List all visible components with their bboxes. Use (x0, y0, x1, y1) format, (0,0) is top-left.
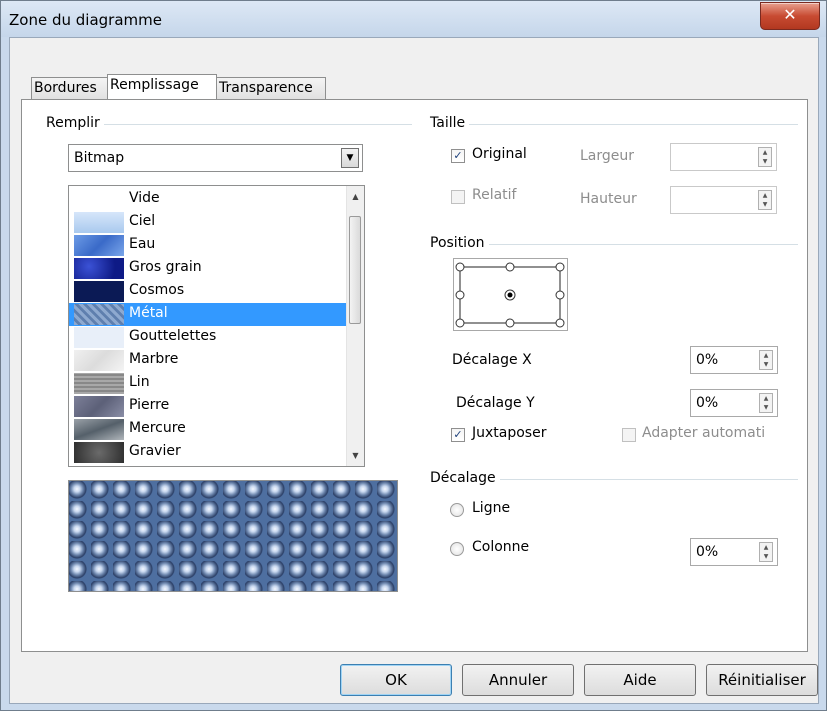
list-item[interactable]: Gros grain (69, 257, 364, 280)
column-radio[interactable] (450, 542, 464, 556)
close-button[interactable]: ✕ (760, 2, 820, 30)
offset-x-label: Décalage X (452, 352, 532, 368)
dialog-title: Zone du diagramme (9, 11, 162, 29)
list-item[interactable]: Marbre (69, 349, 364, 372)
position-grid-icon (455, 262, 565, 328)
autofit-checkbox[interactable] (622, 428, 636, 442)
list-item[interactable]: Gravier (69, 441, 364, 464)
position-selector[interactable] (453, 258, 568, 331)
list-item[interactable]: Mercure (69, 418, 364, 441)
swatch-ciel (74, 212, 124, 233)
tile-label: Juxtaposer (472, 425, 547, 441)
list-scrollbar[interactable]: ▲ ▼ (346, 186, 364, 466)
width-label: Largeur (580, 148, 635, 164)
list-item[interactable]: Cosmos (69, 280, 364, 303)
list-item[interactable]: Lin (69, 372, 364, 395)
offset-value-field[interactable]: 0% ▲ ▼ (690, 538, 778, 566)
close-icon: ✕ (783, 5, 797, 24)
list-item[interactable]: Métal (69, 303, 364, 326)
offset-y-value: 0% (696, 395, 719, 411)
offset-y-field[interactable]: 0% ▲ ▼ (690, 389, 778, 417)
list-item[interactable]: Eau (69, 234, 364, 257)
row-label: Ligne (472, 500, 511, 516)
list-item[interactable]: Ciel (69, 211, 364, 234)
fill-type-value: Bitmap (74, 150, 125, 166)
size-group-label: Taille (430, 115, 470, 131)
reset-button[interactable]: Réinitialiser (706, 664, 818, 696)
cancel-button[interactable]: Annuler (462, 664, 574, 696)
spinner-icon[interactable]: ▲ ▼ (758, 190, 772, 210)
bitmap-list[interactable]: Vide Ciel Eau Gros grain Cosmos Métal Go… (68, 185, 365, 467)
swatch-marbre (74, 350, 124, 371)
offset-group-label: Décalage (430, 470, 500, 486)
ok-button[interactable]: OK (340, 664, 452, 696)
offset-x-value: 0% (696, 352, 719, 368)
chevron-down-icon[interactable]: ▼ (341, 148, 359, 168)
spinner-icon[interactable]: ▲ ▼ (758, 147, 772, 167)
swatch-gouttelettes (74, 327, 124, 348)
fill-group-label: Remplir (46, 115, 104, 131)
relative-checkbox[interactable] (451, 190, 465, 204)
title-bar[interactable]: Zone du diagramme ✕ (1, 1, 826, 37)
swatch-cosmos (74, 281, 124, 302)
column-label: Colonne (472, 539, 530, 555)
tab-bordures[interactable]: Bordures (31, 77, 108, 99)
position-group-label: Position (430, 235, 489, 251)
bitmap-preview (68, 480, 398, 592)
autofit-label: Adapter automati (642, 425, 766, 441)
help-button[interactable]: Aide (584, 664, 696, 696)
swatch-lin (74, 373, 124, 394)
spinner-icon[interactable]: ▲ ▼ (759, 393, 773, 413)
fill-type-select[interactable]: Bitmap ▼ (68, 144, 363, 172)
relative-label: Relatif (472, 187, 517, 203)
spinner-icon[interactable]: ▲ ▼ (759, 350, 773, 370)
spinner-icon[interactable]: ▲ ▼ (759, 542, 773, 562)
height-field[interactable]: ▲ ▼ (670, 186, 777, 214)
swatch-vide (74, 189, 124, 210)
swatch-eau (74, 235, 124, 256)
scroll-thumb[interactable] (349, 216, 361, 324)
scroll-down-icon[interactable]: ▼ (347, 447, 364, 464)
size-group-line (430, 124, 798, 125)
offset-y-label: Décalage Y (456, 395, 535, 411)
offset-x-field[interactable]: 0% ▲ ▼ (690, 346, 778, 374)
swatch-pierre (74, 396, 124, 417)
list-item[interactable]: Gouttelettes (69, 326, 364, 349)
list-item[interactable]: Pierre (69, 395, 364, 418)
swatch-metal (74, 304, 124, 325)
tab-transparence[interactable]: Transparence (216, 77, 326, 99)
height-label: Hauteur (580, 191, 637, 207)
swatch-gros-grain (74, 258, 124, 279)
original-label: Original (472, 146, 527, 162)
list-item[interactable]: Vide (69, 188, 364, 211)
swatch-gravier (74, 442, 124, 463)
offset-value: 0% (696, 544, 719, 560)
scroll-up-icon[interactable]: ▲ (347, 188, 364, 205)
swatch-mercure (74, 419, 124, 440)
width-field[interactable]: ▲ ▼ (670, 143, 777, 171)
row-radio[interactable] (450, 503, 464, 517)
tab-remplissage[interactable]: Remplissage (107, 74, 217, 99)
original-checkbox[interactable]: ✓ (451, 149, 465, 163)
tile-checkbox[interactable]: ✓ (451, 428, 465, 442)
